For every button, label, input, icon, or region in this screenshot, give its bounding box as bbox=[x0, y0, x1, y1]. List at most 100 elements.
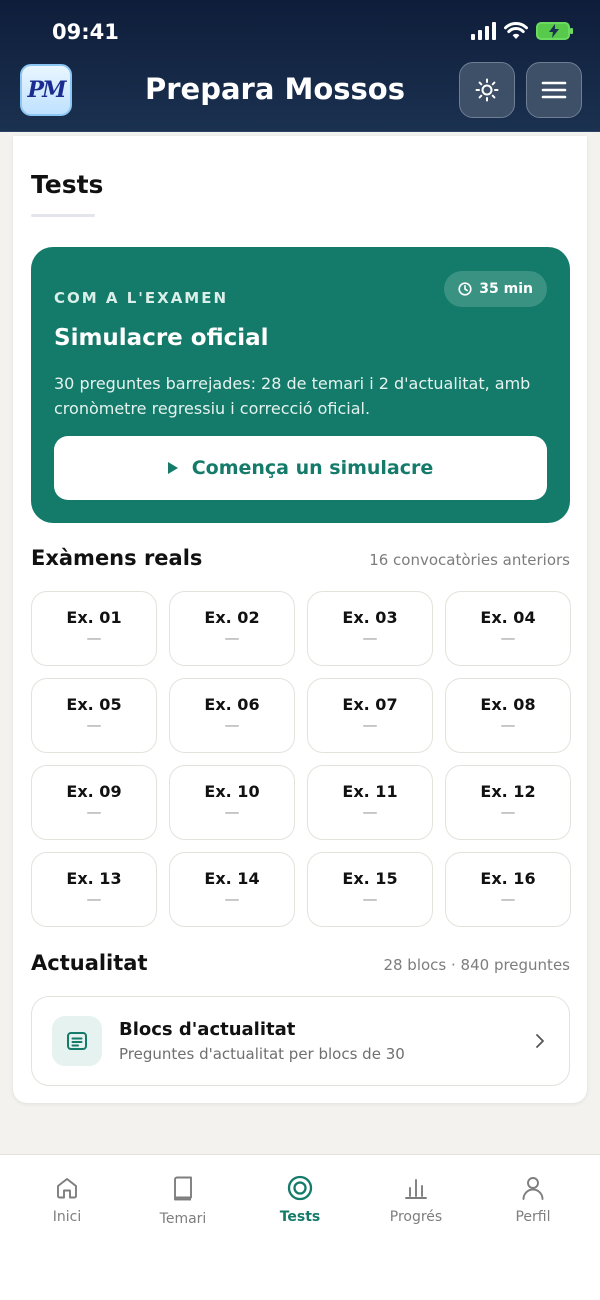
exam-tile[interactable]: Ex. 06 — bbox=[169, 678, 295, 753]
exam-score: — bbox=[86, 803, 102, 821]
exam-score: — bbox=[500, 890, 516, 908]
exam-score: — bbox=[362, 890, 378, 908]
exam-score: — bbox=[500, 716, 516, 734]
blocks-icon-box bbox=[52, 1016, 102, 1066]
nav-label-temari: Temari bbox=[159, 1211, 207, 1227]
exam-label: Ex. 08 bbox=[480, 695, 536, 714]
exam-tile[interactable]: Ex. 12 — bbox=[445, 765, 571, 840]
exam-tile[interactable]: Ex. 10 — bbox=[169, 765, 295, 840]
exam-grid: Ex. 01— Ex. 02— Ex. 03— Ex. 04— Ex. 05— … bbox=[31, 591, 571, 927]
actualitat-section-title: Actualitat bbox=[31, 951, 148, 975]
wifi-icon bbox=[504, 22, 528, 39]
exam-label: Ex. 06 bbox=[204, 695, 260, 714]
exam-tile[interactable]: Ex. 09 — bbox=[31, 765, 157, 840]
exam-tile[interactable]: Ex. 01 — bbox=[31, 591, 157, 666]
exam-label: Ex. 13 bbox=[66, 869, 122, 888]
exams-section-header: Exàmens reals 16 convocatòries anteriors bbox=[31, 546, 570, 570]
exams-section-meta: 16 convocatòries anteriors bbox=[369, 551, 570, 569]
app-logo[interactable]: PM bbox=[20, 64, 72, 116]
nav-item-progres[interactable]: Progrés bbox=[366, 1175, 466, 1225]
exam-tile[interactable]: Ex. 05 — bbox=[31, 678, 157, 753]
nav-label-inici: Inici bbox=[52, 1209, 82, 1225]
target-icon bbox=[287, 1175, 313, 1201]
nav-item-inici[interactable]: Inici bbox=[17, 1175, 117, 1225]
exam-score: — bbox=[224, 803, 240, 821]
exam-score: — bbox=[86, 716, 102, 734]
nav-label-tests: Tests bbox=[279, 1209, 321, 1225]
exam-tile[interactable]: Ex. 13 — bbox=[31, 852, 157, 927]
duration-badge: 35 min bbox=[444, 271, 547, 307]
exam-score: — bbox=[500, 803, 516, 821]
exam-score: — bbox=[362, 629, 378, 647]
app-header: 09:41 PM Prepara Mossos bbox=[0, 0, 600, 132]
exam-label: Ex. 16 bbox=[480, 869, 536, 888]
exam-label: Ex. 02 bbox=[204, 608, 260, 627]
exam-tile[interactable]: Ex. 02 — bbox=[169, 591, 295, 666]
hero-title: Simulacre oficial bbox=[54, 325, 269, 351]
actualitat-section-header: Actualitat 28 blocs · 840 preguntes bbox=[31, 951, 570, 975]
exam-score: — bbox=[86, 890, 102, 908]
nav-label-progres: Progrés bbox=[389, 1209, 443, 1225]
chevron-right-icon bbox=[536, 1034, 544, 1048]
duration-label: 35 min bbox=[479, 281, 533, 297]
status-icons bbox=[471, 22, 573, 40]
clock-icon bbox=[458, 282, 472, 296]
exam-label: Ex. 05 bbox=[66, 695, 122, 714]
start-simulacre-button[interactable]: Comença un simulacre bbox=[54, 436, 547, 500]
hero-description: 30 preguntes barrejades: 28 de temari i … bbox=[54, 374, 531, 418]
exam-label: Ex. 10 bbox=[204, 782, 260, 801]
exam-tile[interactable]: Ex. 16 — bbox=[445, 852, 571, 927]
app-logo-text: PM bbox=[27, 77, 67, 103]
hamburger-menu-icon bbox=[541, 81, 567, 99]
exam-tile[interactable]: Ex. 04 — bbox=[445, 591, 571, 666]
exam-label: Ex. 03 bbox=[342, 608, 398, 627]
bottom-nav: Inici Temari Tests Progrés Perfil bbox=[0, 1154, 600, 1300]
actualitat-blocks-card[interactable]: Blocs d'actualitat Preguntes d'actualita… bbox=[31, 996, 570, 1086]
tests-card: Tests COM A L'EXAMEN 35 min Simulacre of… bbox=[13, 136, 587, 1103]
exam-tile[interactable]: Ex. 07 — bbox=[307, 678, 433, 753]
exam-tile[interactable]: Ex. 15 — bbox=[307, 852, 433, 927]
exam-tile[interactable]: Ex. 08 — bbox=[445, 678, 571, 753]
nav-item-temari[interactable]: Temari bbox=[133, 1175, 233, 1227]
exam-label: Ex. 12 bbox=[480, 782, 536, 801]
nav-label-perfil: Perfil bbox=[515, 1209, 551, 1225]
hero-kicker: COM A L'EXAMEN bbox=[54, 289, 229, 307]
nav-item-perfil[interactable]: Perfil bbox=[483, 1175, 583, 1225]
blocks-title: Blocs d'actualitat bbox=[119, 1019, 296, 1040]
blocks-text: Blocs d'actualitat Preguntes d'actualita… bbox=[119, 1019, 535, 1063]
bar-chart-icon bbox=[405, 1179, 427, 1199]
exam-tile[interactable]: Ex. 14 — bbox=[169, 852, 295, 927]
blocks-subtitle: Preguntes d'actualitat per blocs de 30 bbox=[119, 1045, 405, 1063]
exam-score: — bbox=[362, 716, 378, 734]
document-list-icon bbox=[67, 1032, 87, 1050]
exam-label: Ex. 09 bbox=[66, 782, 122, 801]
title-underline bbox=[31, 214, 95, 217]
exam-score: — bbox=[224, 629, 240, 647]
start-simulacre-label: Comença un simulacre bbox=[191, 457, 434, 479]
signal-icon bbox=[471, 22, 496, 40]
app-title: Prepara Mossos bbox=[144, 72, 405, 106]
simulacre-hero: COM A L'EXAMEN 35 min Simulacre oficial … bbox=[31, 247, 570, 523]
exam-label: Ex. 14 bbox=[204, 869, 260, 888]
nav-item-tests[interactable]: Tests bbox=[250, 1175, 350, 1225]
user-icon bbox=[522, 1177, 544, 1200]
exams-section-title: Exàmens reals bbox=[31, 546, 203, 570]
home-icon bbox=[57, 1178, 77, 1199]
exam-label: Ex. 07 bbox=[342, 695, 398, 714]
exam-label: Ex. 11 bbox=[342, 782, 398, 801]
exam-label: Ex. 04 bbox=[480, 608, 536, 627]
menu-button[interactable] bbox=[526, 62, 582, 118]
play-icon bbox=[167, 462, 178, 474]
exam-score: — bbox=[224, 890, 240, 908]
sun-icon bbox=[475, 78, 499, 102]
exam-tile[interactable]: Ex. 11 — bbox=[307, 765, 433, 840]
theme-toggle-button[interactable] bbox=[459, 62, 515, 118]
battery-icon bbox=[536, 22, 573, 40]
exam-score: — bbox=[86, 629, 102, 647]
actualitat-section-meta: 28 blocs · 840 preguntes bbox=[383, 956, 570, 974]
exam-score: — bbox=[500, 629, 516, 647]
page-title: Tests bbox=[31, 170, 104, 199]
exam-label: Ex. 15 bbox=[342, 869, 398, 888]
exam-tile[interactable]: Ex. 03 — bbox=[307, 591, 433, 666]
exam-score: — bbox=[224, 716, 240, 734]
